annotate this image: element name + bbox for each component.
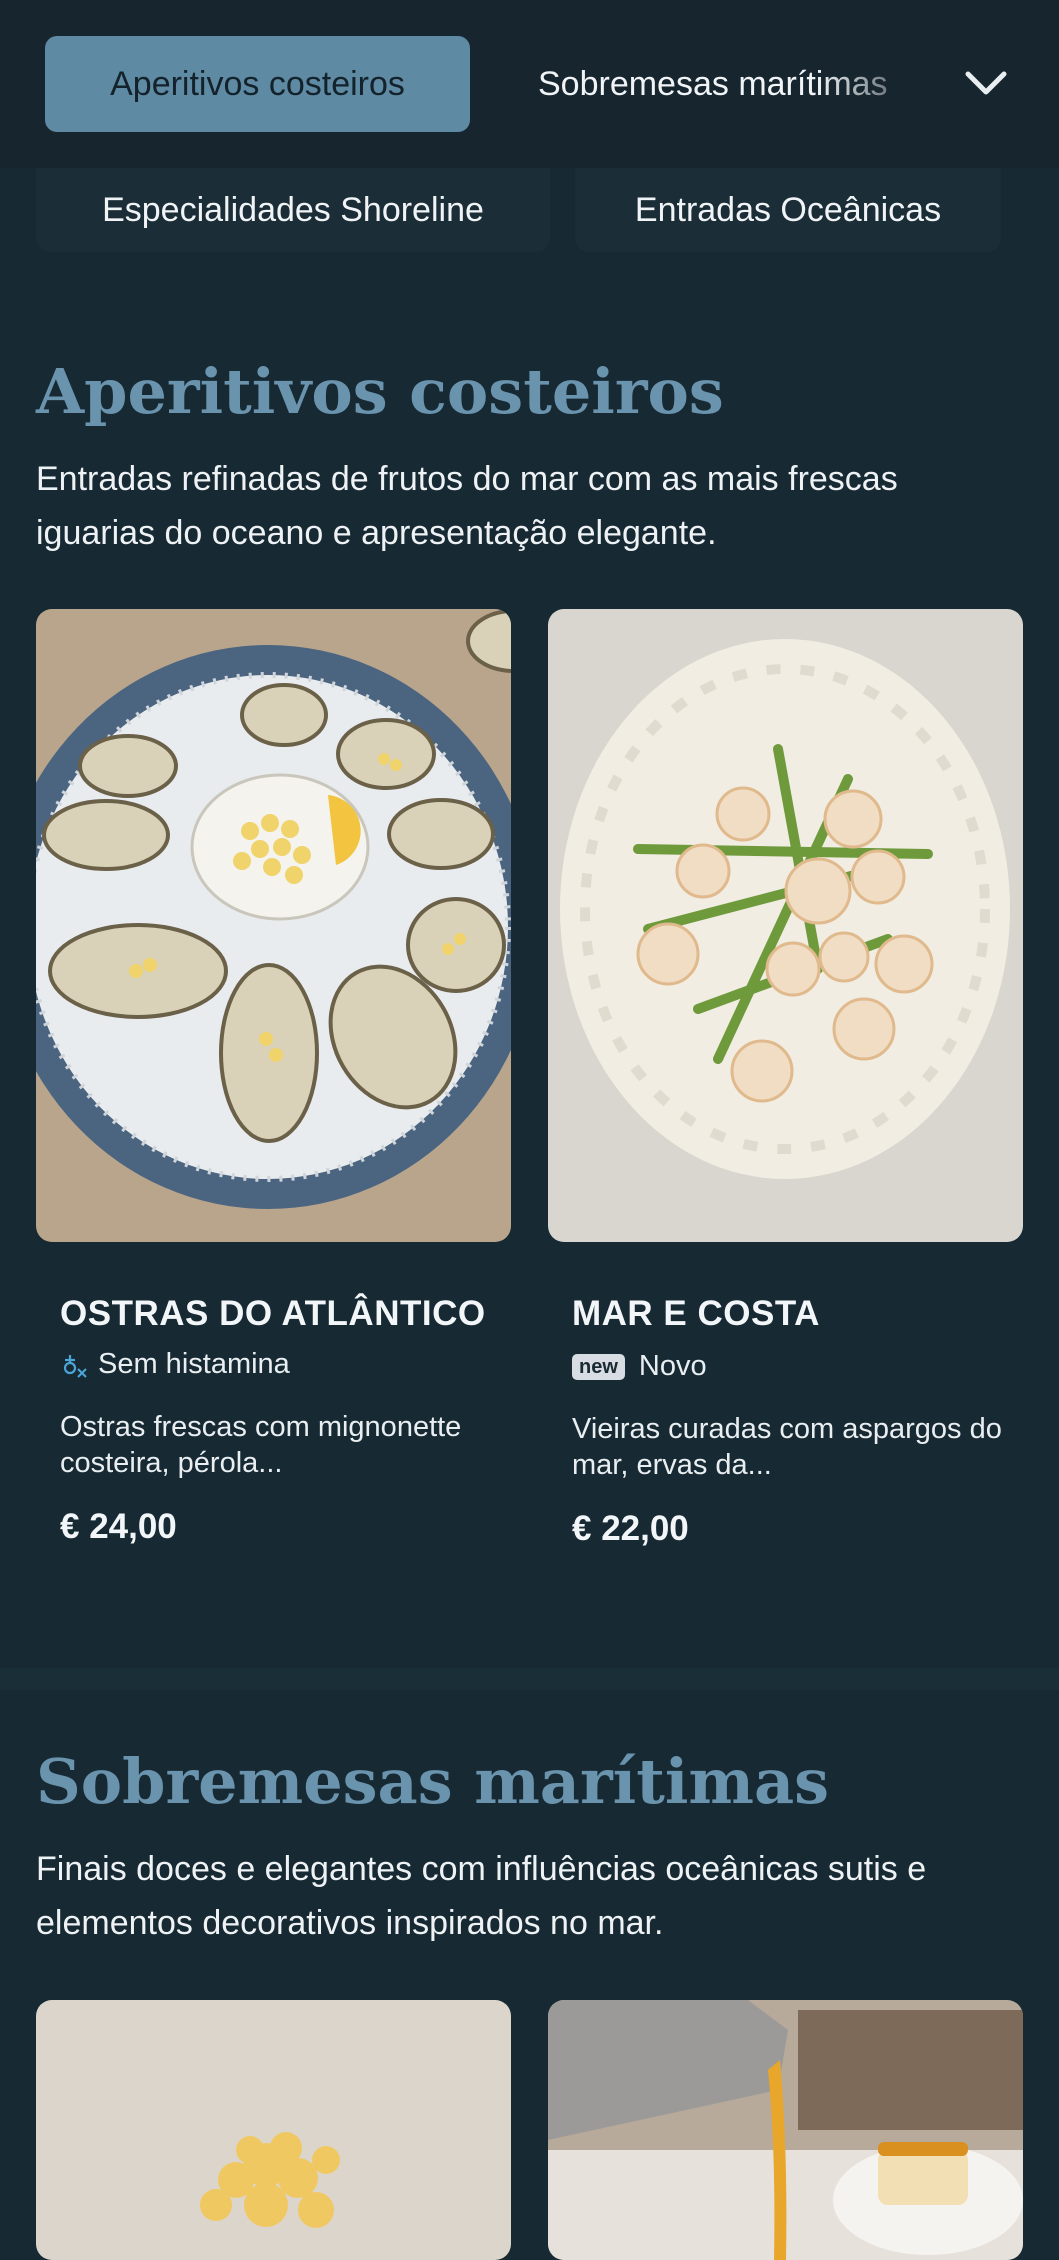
section-description: Entradas refinadas de frutos do mar com … bbox=[36, 460, 898, 552]
section-divider bbox=[0, 1668, 1059, 1690]
dietary-tag: Sem histamina bbox=[60, 1348, 490, 1381]
dish-name: OSTRAS DO ATLÂNTICO bbox=[60, 1294, 486, 1333]
dessert-photo bbox=[36, 2000, 511, 2260]
oysters-photo bbox=[36, 609, 511, 1242]
section-description: Finais doces e elegantes com influências… bbox=[36, 1850, 927, 1942]
dish-name: MAR E COSTA bbox=[572, 1294, 820, 1333]
new-tag: new Novo bbox=[572, 1350, 1002, 1383]
menu-item-card[interactable]: OSTRAS DO ATLÂNTICO Sem histamina Ostras… bbox=[60, 1290, 490, 1547]
chevron-down-icon[interactable] bbox=[962, 64, 1010, 104]
scallops-image[interactable] bbox=[548, 609, 1023, 1242]
histamine-free-icon bbox=[63, 1354, 87, 1378]
dessert-image[interactable] bbox=[36, 2000, 511, 2260]
new-tag-label: Novo bbox=[638, 1350, 707, 1382]
dish-price: € 22,00 bbox=[572, 1509, 689, 1548]
dish-description: Ostras frescas com mignonette costeira, … bbox=[60, 1411, 462, 1479]
tab-sobremesas-maritimas[interactable]: Sobremesas marítimas bbox=[538, 36, 938, 132]
tab-especialidades-shoreline[interactable]: Especialidades Shoreline bbox=[36, 168, 550, 252]
dish-price: € 24,00 bbox=[60, 1507, 177, 1546]
menu-item-card[interactable]: MAR E COSTA new Novo Vieiras curadas com… bbox=[572, 1290, 1002, 1549]
tab-aperitivos-costeiros[interactable]: Aperitivos costeiros bbox=[45, 36, 470, 132]
dish-description: Vieiras curadas com aspargos do mar, erv… bbox=[572, 1413, 1002, 1481]
new-badge: new bbox=[572, 1353, 625, 1380]
dietary-tag-label: Sem histamina bbox=[98, 1348, 290, 1380]
dessert-image[interactable] bbox=[548, 2000, 1023, 2260]
tab-entradas-oceanicas[interactable]: Entradas Oceânicas bbox=[575, 168, 1001, 252]
scallops-photo bbox=[548, 609, 1023, 1242]
section-title: Aperitivos costeiros bbox=[36, 355, 724, 428]
section-title: Sobremesas marítimas bbox=[36, 1745, 830, 1818]
dessert-photo bbox=[548, 2000, 1023, 2260]
oysters-image[interactable] bbox=[36, 609, 511, 1242]
